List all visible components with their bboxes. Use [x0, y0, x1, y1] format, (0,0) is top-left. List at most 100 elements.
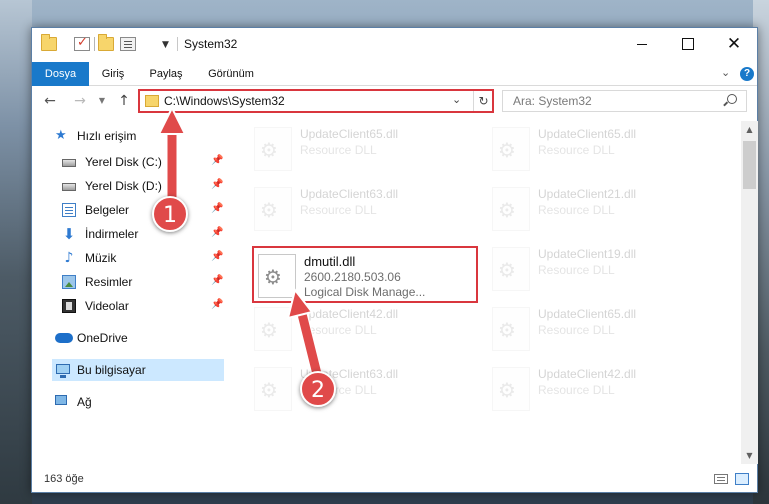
file-type: Resource DLL [538, 263, 615, 277]
dll-file-icon [254, 307, 292, 351]
file-name: UpdateClient63.dll [300, 187, 399, 201]
computer-icon [56, 364, 70, 378]
back-arrow-icon[interactable]: ← [42, 93, 58, 109]
navigation-bar: ← → ▼ ↑ C:\Windows\System32 ⌄ ↻ Ara: Sys… [32, 86, 757, 118]
file-item[interactable]: UpdateClient65.dll Resource DLL [488, 121, 708, 173]
sidebar-item-onedrive[interactable]: OneDrive [32, 327, 224, 349]
tab-home[interactable]: Giriş [100, 62, 126, 86]
status-bar: 163 öğe [32, 466, 757, 492]
cloud-icon [55, 333, 73, 343]
dll-file-icon [492, 307, 530, 351]
music-icon: ♪ [64, 250, 74, 266]
sidebar-item-videos[interactable]: Videolar 📌 [32, 295, 224, 317]
file-item[interactable]: UpdateClient63.dll Resource DLL [250, 181, 470, 233]
file-item[interactable]: UpdateClient21.dll Resource DLL [488, 181, 708, 233]
large-icons-view-icon[interactable] [735, 473, 749, 485]
scroll-down-icon[interactable]: ▼ [741, 447, 758, 464]
file-name: UpdateClient65.dll [538, 307, 637, 321]
scrollbar-thumb[interactable] [743, 141, 756, 189]
close-button[interactable]: ✕ [711, 28, 757, 60]
dll-file-icon [258, 254, 296, 298]
vertical-scrollbar[interactable]: ▲ ▼ [741, 121, 758, 464]
file-item[interactable]: UpdateClient65.dll Resource DLL [488, 301, 708, 353]
file-item[interactable]: UpdateClient63.dll Resource DLL [250, 361, 470, 413]
toolbar-divider [94, 37, 95, 51]
tab-view[interactable]: Görünüm [207, 62, 255, 86]
downloads-icon: ⬇ [62, 225, 76, 243]
file-item[interactable]: UpdateClient65.dll Resource DLL [250, 121, 470, 173]
desktop-background-left [0, 0, 32, 504]
pin-icon[interactable]: 📌 [211, 275, 223, 286]
navigation-pane: ★ Hızlı erişim Yerel Disk (C:) 📌 Yerel D… [32, 121, 226, 464]
refresh-icon[interactable]: ↻ [473, 91, 493, 111]
sidebar-item-local-disk-c[interactable]: Yerel Disk (C:) 📌 [32, 151, 224, 173]
star-icon: ★ [55, 128, 67, 143]
pin-icon[interactable]: 📌 [211, 299, 223, 310]
file-type: Resource DLL [538, 383, 615, 397]
sidebar-item-label: Videolar [85, 299, 129, 313]
help-icon[interactable]: ? [740, 67, 754, 81]
sidebar-item-label: OneDrive [77, 331, 128, 345]
address-bar[interactable]: C:\Windows\System32 ⌄ ↻ [139, 90, 493, 112]
file-name: UpdateClient42.dll [300, 307, 399, 321]
forward-arrow-icon[interactable]: → [72, 93, 88, 109]
pin-icon[interactable]: 📌 [211, 251, 223, 262]
file-item-dmutil[interactable]: dmutil.dll 2600.2180.503.06 Logical Disk… [254, 248, 474, 300]
up-arrow-icon[interactable]: ↑ [116, 93, 132, 109]
sidebar-item-downloads[interactable]: ⬇ İndirmeler 📌 [32, 223, 224, 245]
dll-file-icon [254, 127, 292, 171]
file-item[interactable]: UpdateClient19.dll Resource DLL [488, 241, 708, 293]
sidebar-item-label: Yerel Disk (C:) [85, 155, 162, 169]
sidebar-item-local-disk-d[interactable]: Yerel Disk (D:) 📌 [32, 175, 224, 197]
sidebar-item-quick-access[interactable]: ★ Hızlı erişim [32, 125, 224, 147]
title-divider [177, 37, 178, 51]
dll-file-icon [492, 247, 530, 291]
search-icon[interactable] [727, 94, 737, 104]
sidebar-item-label: İndirmeler [85, 227, 139, 241]
address-path[interactable]: C:\Windows\System32 [164, 94, 285, 108]
file-item[interactable]: UpdateClient42.dll Resource DLL [488, 361, 708, 413]
properties-check-icon[interactable] [74, 35, 90, 51]
address-dropdown-chevron-icon[interactable]: ⌄ [452, 93, 461, 106]
sidebar-item-label: Müzik [85, 251, 117, 265]
recent-locations-chevron-icon[interactable]: ▼ [94, 93, 110, 109]
new-folder-icon[interactable] [98, 34, 114, 51]
videos-icon [62, 299, 76, 313]
file-name: UpdateClient42.dll [538, 367, 637, 381]
tab-share[interactable]: Paylaş [149, 62, 183, 86]
maximize-button[interactable] [665, 28, 711, 60]
dll-file-icon [492, 187, 530, 231]
pin-icon[interactable]: 📌 [211, 155, 223, 166]
sidebar-item-network[interactable]: Ağ [32, 391, 224, 413]
sidebar-item-music[interactable]: ♪ Müzik 📌 [32, 247, 224, 269]
file-item[interactable]: UpdateClient42.dll Resource DLL [250, 301, 470, 353]
title-bar: ▼ System32 ✕ [32, 28, 757, 62]
folder-icon [41, 34, 57, 51]
details-view-icon[interactable] [714, 474, 728, 484]
address-folder-icon [145, 95, 159, 107]
pin-icon[interactable]: 📌 [211, 203, 223, 214]
item-count: 163 öğe [44, 473, 84, 485]
scroll-up-icon[interactable]: ▲ [741, 121, 758, 138]
file-type: Resource DLL [300, 323, 377, 337]
sidebar-item-this-pc[interactable]: Bu bilgisayar [52, 359, 224, 381]
expand-ribbon-chevron-icon[interactable]: ⌄ [721, 66, 730, 79]
pin-icon[interactable]: 📌 [211, 227, 223, 238]
sidebar-item-label: Resimler [85, 275, 133, 289]
search-placeholder: Ara: System32 [513, 94, 592, 108]
file-type: Resource DLL [538, 323, 615, 337]
documents-icon [62, 203, 76, 217]
minimize-button[interactable] [619, 28, 665, 60]
file-name: UpdateClient19.dll [538, 247, 637, 261]
search-input[interactable]: Ara: System32 [502, 90, 747, 112]
sidebar-item-pictures[interactable]: Resimler 📌 [32, 271, 224, 293]
disk-icon [62, 183, 76, 191]
dll-file-icon [254, 367, 292, 411]
tab-file[interactable]: Dosya [32, 62, 89, 86]
pin-icon[interactable]: 📌 [211, 179, 223, 190]
window-title: System32 [184, 37, 238, 51]
chevron-down-icon[interactable]: ▼ [162, 40, 169, 50]
quick-access-toolbar-icon[interactable] [120, 37, 136, 51]
sidebar-item-documents[interactable]: Belgeler 📌 [32, 199, 224, 221]
sidebar-item-label: Belgeler [85, 203, 130, 217]
